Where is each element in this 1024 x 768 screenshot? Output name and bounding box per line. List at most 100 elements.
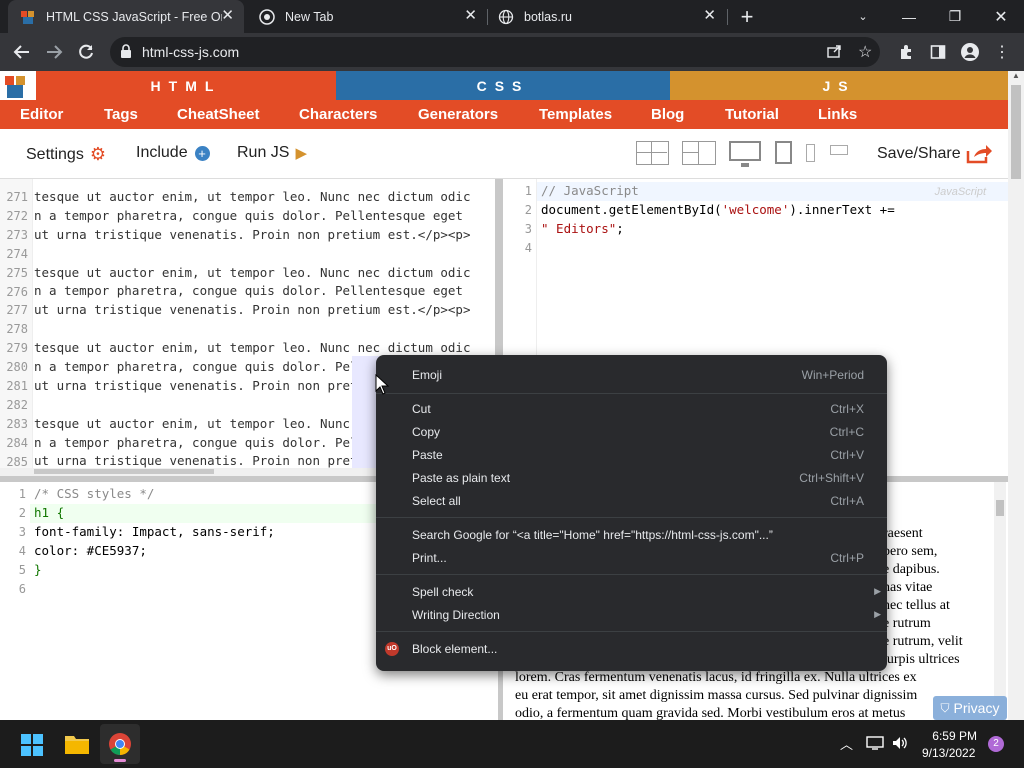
code-line: tesque ut auctor enim, ut tempor leo. Nu… xyxy=(34,189,471,204)
notification-badge[interactable]: 2 xyxy=(988,736,1004,752)
tab-html[interactable]: HTML xyxy=(36,71,336,100)
nav-cheatsheet[interactable]: CheatSheet xyxy=(177,106,260,123)
nav-tutorial[interactable]: Tutorial xyxy=(725,106,779,123)
settings-button[interactable]: Settings ⚙ xyxy=(26,144,106,165)
code-string: " Editors" xyxy=(541,220,617,236)
scroll-up-icon[interactable]: ▲ xyxy=(1012,71,1020,80)
menu-item-cut[interactable]: Cut Ctrl+X xyxy=(376,397,887,420)
tab-new-tab[interactable]: New Tab ✕ xyxy=(247,0,487,33)
language-badge: JavaScript xyxy=(934,186,986,198)
menu-label: Paste as plain text xyxy=(412,470,511,485)
restore-button[interactable]: ❐ xyxy=(932,0,978,33)
tab-css[interactable]: CSS xyxy=(336,71,670,100)
save-share-button[interactable]: Save/Share xyxy=(877,144,992,164)
share-arrow-icon xyxy=(966,145,992,164)
tab-search-chevron-icon[interactable]: ⌄ xyxy=(840,0,886,33)
css-gutter: 1 2 3 4 5 6 xyxy=(0,482,30,720)
menu-item-emoji[interactable]: Emoji Win+Period xyxy=(376,363,887,386)
menu-item-print[interactable]: Print... Ctrl+P xyxy=(376,546,887,569)
line-number: 2 xyxy=(18,505,26,520)
menu-item-block-element[interactable]: uO Block element... xyxy=(376,637,887,660)
line-number: 282 xyxy=(6,397,28,412)
code-line: } xyxy=(34,561,275,580)
phone-preview-icon[interactable] xyxy=(806,144,815,162)
code-token: font-family: Impact, sans-serif; xyxy=(34,523,275,539)
phone-landscape-preview-icon[interactable] xyxy=(830,145,848,155)
include-button[interactable]: Include + xyxy=(136,144,210,162)
nav-tags[interactable]: Tags xyxy=(104,106,138,123)
run-js-label: Run JS xyxy=(237,144,290,161)
clock-time[interactable]: 6:59 PM xyxy=(932,729,977,743)
menu-shortcut: Win+Period xyxy=(801,367,864,382)
layout-split-grid-icon[interactable] xyxy=(636,141,669,165)
menu-item-writing-direction[interactable]: Writing Direction ▶ xyxy=(376,603,887,626)
layout-columns-icon[interactable] xyxy=(682,141,716,165)
tab-js[interactable]: JS xyxy=(670,71,1008,100)
settings-label: Settings xyxy=(26,145,84,163)
menu-item-paste-plain[interactable]: Paste as plain text Ctrl+Shift+V xyxy=(376,466,887,489)
tray-chevron-up-icon[interactable]: ︿ xyxy=(840,734,853,753)
profile-avatar-icon[interactable] xyxy=(958,40,982,64)
page-scrollbar[interactable]: ▲ xyxy=(1008,71,1024,720)
close-window-button[interactable]: ✕ xyxy=(978,0,1024,33)
menu-label: Block element... xyxy=(412,641,498,656)
line-number: 274 xyxy=(6,246,28,261)
file-explorer-icon[interactable] xyxy=(64,733,90,755)
tab-botlas[interactable]: botlas.ru ✕ xyxy=(488,0,726,33)
new-tab-button[interactable]: + xyxy=(725,0,769,33)
back-arrow-icon[interactable] xyxy=(10,40,34,64)
close-tab-icon[interactable]: ✕ xyxy=(221,8,234,23)
forward-arrow-icon[interactable] xyxy=(42,40,66,64)
lock-icon[interactable] xyxy=(120,44,132,63)
nav-editor[interactable]: Editor xyxy=(20,106,63,123)
menu-divider xyxy=(376,574,887,575)
menu-shortcut: Ctrl+X xyxy=(830,401,864,416)
desktop-preview-icon[interactable] xyxy=(729,141,761,167)
nav-links[interactable]: Links xyxy=(818,106,857,123)
reload-icon[interactable] xyxy=(74,40,98,64)
tablet-preview-icon[interactable] xyxy=(775,141,792,164)
minimize-button[interactable]: — xyxy=(886,0,932,33)
menu-item-select-all[interactable]: Select all Ctrl+A xyxy=(376,489,887,512)
extensions-puzzle-icon[interactable] xyxy=(894,40,918,64)
menu-label: Select all xyxy=(412,493,461,508)
bookmark-star-icon[interactable]: ☆ xyxy=(858,42,872,62)
menu-item-paste[interactable]: Paste Ctrl+V xyxy=(376,443,887,466)
js-code-area[interactable]: // JavaScript document.getElementById('we… xyxy=(541,182,895,258)
clock-date[interactable]: 9/13/2022 xyxy=(922,746,975,760)
line-number: 279 xyxy=(6,341,28,356)
side-panel-icon[interactable] xyxy=(926,40,950,64)
preview-text-line: bero sem, xyxy=(883,544,938,559)
chrome-taskbar-button[interactable] xyxy=(100,724,140,764)
line-number: 2 xyxy=(524,202,532,217)
tab-html-css-js[interactable]: HTML CSS JavaScript - Free Onlin ✕ xyxy=(8,0,244,33)
css-code-area[interactable]: /* CSS styles */ h1 {font-family: Impact,… xyxy=(34,485,275,598)
nav-templates[interactable]: Templates xyxy=(539,106,612,123)
preview-text-line: eu erat tempor, sit amet dignissim massa… xyxy=(515,688,918,703)
menu-item-spell-check[interactable]: Spell check ▶ xyxy=(376,580,887,603)
run-js-button[interactable]: Run JS ▶ xyxy=(237,144,307,162)
windows-start-icon[interactable] xyxy=(20,733,44,757)
tab-strip: HTML CSS JavaScript - Free Onlin ✕ New T… xyxy=(0,0,1024,33)
close-tab-icon[interactable]: ✕ xyxy=(464,8,477,23)
preview-text-line: raesent xyxy=(883,526,923,541)
privacy-shield-icon: ⛉ xyxy=(940,700,950,715)
preview-scrollbar[interactable] xyxy=(994,482,1006,720)
nav-blog[interactable]: Blog xyxy=(651,106,684,123)
menu-label: Paste xyxy=(412,447,443,462)
menu-kebab-icon[interactable]: ⋮ xyxy=(990,40,1014,64)
share-icon[interactable] xyxy=(826,43,842,64)
menu-item-copy[interactable]: Copy Ctrl+C xyxy=(376,420,887,443)
nav-characters[interactable]: Characters xyxy=(299,106,377,123)
menu-label: Cut xyxy=(412,401,431,416)
privacy-button[interactable]: ⛉ Privacy xyxy=(933,696,1007,720)
nav-generators[interactable]: Generators xyxy=(418,106,498,123)
close-tab-icon[interactable]: ✕ xyxy=(703,8,716,23)
menu-item-search-google[interactable]: Search Google for “<a title="Home" href=… xyxy=(376,523,887,546)
network-icon[interactable] xyxy=(866,735,884,751)
site-logo[interactable] xyxy=(0,71,36,100)
volume-icon[interactable] xyxy=(891,735,909,751)
menu-label: Search Google for “<a title="Home" href=… xyxy=(412,527,773,542)
scroll-thumb[interactable] xyxy=(1011,85,1021,179)
